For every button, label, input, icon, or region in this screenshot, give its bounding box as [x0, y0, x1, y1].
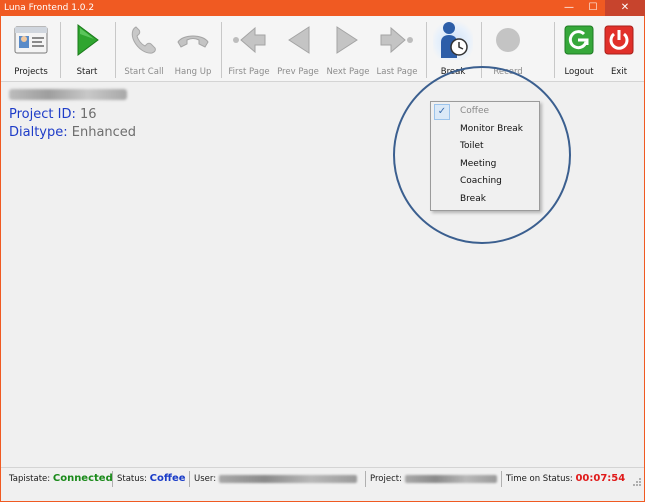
menu-item-label: Meeting: [460, 158, 497, 169]
status-segment: Status: Coffee: [117, 469, 186, 489]
first-page-label: First Page: [228, 67, 270, 77]
project-segment: Project:: [370, 469, 497, 489]
toolbar-separator: [554, 22, 555, 78]
break-menu: ✓ Coffee Monitor Break Toilet Meeting Co…: [430, 101, 540, 211]
menu-item-break[interactable]: Break: [431, 191, 539, 209]
start-call-label: Start Call: [124, 67, 164, 77]
window-controls: — ☐ ✕: [557, 0, 645, 16]
status-separator: [501, 471, 502, 487]
toolbar-separator: [481, 22, 482, 78]
toolbar: Projects Start Start Call Hang Up First …: [1, 16, 644, 82]
hang-up-button[interactable]: Hang Up: [171, 20, 215, 80]
start-label: Start: [76, 67, 98, 77]
user-segment: User:: [194, 469, 357, 489]
toolbar-separator: [426, 22, 427, 78]
menu-item-label: Break: [460, 193, 486, 204]
hangup-icon: [173, 20, 213, 60]
exit-label: Exit: [610, 67, 628, 77]
phone-icon: [124, 20, 164, 60]
toolbar-separator: [115, 22, 116, 78]
time-on-status-segment: Time on Status: 00:07:54: [506, 469, 625, 489]
start-button[interactable]: Start: [67, 20, 107, 80]
status-label: Status:: [117, 474, 147, 484]
power-icon: [599, 20, 639, 60]
logout-button[interactable]: Logout: [559, 20, 599, 80]
title-bar: Luna Frontend 1.0.2 — ☐ ✕: [0, 0, 645, 16]
user-value-redacted: [218, 474, 357, 483]
menu-item-coaching[interactable]: Coaching: [431, 173, 539, 191]
status-separator: [112, 471, 113, 487]
dialtype-row: Dialtype: Enhanced: [9, 124, 136, 142]
logout-icon: [559, 20, 599, 60]
tapistate-label: Tapistate:: [9, 474, 51, 484]
resize-grip-icon[interactable]: [632, 477, 642, 487]
last-page-label: Last Page: [376, 67, 418, 77]
status-bar: Tapistate: Connected Status: Coffee User…: [1, 467, 644, 489]
person-clock-icon: [433, 20, 473, 60]
prev-page-button[interactable]: Prev Page: [276, 20, 320, 80]
hang-up-label: Hang Up: [174, 67, 212, 77]
check-icon: ✓: [434, 104, 450, 120]
toolbar-separator: [221, 22, 222, 78]
first-page-button[interactable]: First Page: [227, 20, 271, 80]
status-value: Coffee: [149, 473, 186, 484]
menu-item-meeting[interactable]: Meeting: [431, 156, 539, 174]
menu-item-label: Toilet: [460, 141, 484, 152]
main-window: Projects Start Start Call Hang Up First …: [0, 16, 645, 502]
menu-item-label: Coaching: [460, 176, 502, 187]
projects-button[interactable]: Projects: [9, 20, 53, 80]
tapistate-value: Connected: [52, 473, 113, 484]
maximize-button[interactable]: ☐: [581, 0, 605, 16]
menu-item-toilet[interactable]: Toilet: [431, 138, 539, 156]
next-page-label: Next Page: [326, 67, 370, 77]
last-page-button[interactable]: Last Page: [375, 20, 419, 80]
exit-button[interactable]: Exit: [599, 20, 639, 80]
status-separator: [365, 471, 366, 487]
prev-page-icon: [278, 20, 318, 60]
logout-label: Logout: [564, 67, 594, 77]
record-icon: [488, 20, 528, 60]
project-info: Project ID: 16 Dialtype: Enhanced: [9, 89, 136, 142]
project-label: Project:: [370, 474, 402, 484]
close-button[interactable]: ✕: [605, 0, 645, 16]
play-icon: [67, 20, 107, 60]
break-label: Break: [440, 67, 466, 77]
next-page-icon: [328, 20, 368, 60]
menu-item-label: Coffee: [460, 106, 490, 116]
menu-item-label: Monitor Break: [460, 123, 524, 134]
user-label: User:: [194, 474, 217, 484]
break-button[interactable]: Break: [432, 20, 474, 80]
prev-page-label: Prev Page: [277, 67, 319, 77]
window-title: Luna Frontend 1.0.2: [4, 3, 95, 13]
id-card-icon: [11, 20, 51, 60]
tapistate-segment: Tapistate: Connected: [9, 469, 113, 489]
record-button[interactable]: Record: [487, 20, 529, 80]
first-page-icon: [229, 20, 269, 60]
time-on-status-label: Time on Status:: [506, 474, 573, 484]
user-name-redacted: [9, 89, 127, 100]
toolbar-separator: [60, 22, 61, 78]
menu-item-monitor-break[interactable]: Monitor Break: [431, 121, 539, 139]
projects-label: Projects: [14, 67, 48, 77]
record-label: Record: [493, 67, 523, 77]
project-id-label: Project ID:: [9, 107, 76, 122]
dialtype-label: Dialtype:: [9, 125, 68, 140]
minimize-button[interactable]: —: [557, 0, 581, 16]
status-separator: [189, 471, 190, 487]
project-value-redacted: [404, 474, 497, 483]
time-on-status-value: 00:07:54: [575, 473, 626, 484]
next-page-button[interactable]: Next Page: [325, 20, 371, 80]
project-id-row: Project ID: 16: [9, 106, 136, 124]
dialtype-value: Enhanced: [71, 125, 137, 140]
last-page-icon: [377, 20, 417, 60]
start-call-button[interactable]: Start Call: [121, 20, 167, 80]
menu-item-coffee[interactable]: ✓ Coffee: [431, 103, 539, 121]
project-id-value: 16: [79, 107, 97, 122]
